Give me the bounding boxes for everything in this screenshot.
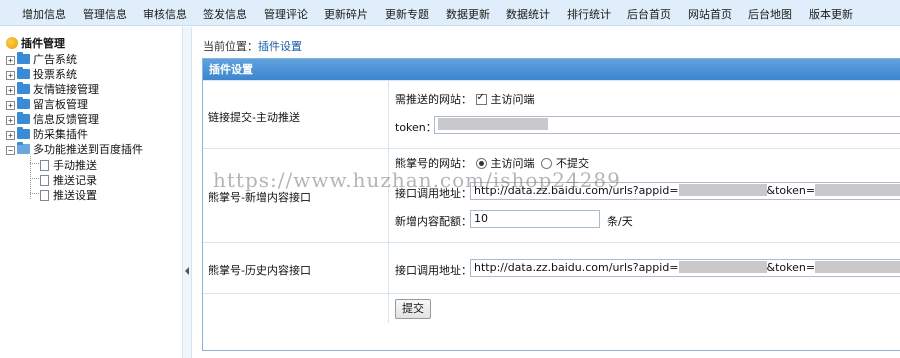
folder-icon: [17, 52, 30, 64]
tree-subitem-manual-push[interactable]: 手动推送: [40, 157, 97, 172]
tree-connector: [30, 178, 39, 179]
quota-label: 新增内容配额：: [395, 215, 472, 228]
expand-icon[interactable]: +: [6, 86, 15, 95]
redacted-value: [678, 184, 767, 196]
settings-panel: 插件设置 链接提交-主动推送 需推送的网站： 主访问端 token： 熊掌号-新…: [202, 58, 900, 351]
nav-manage-comments[interactable]: 管理评论: [264, 6, 308, 22]
folder-icon: [17, 127, 30, 139]
expand-icon[interactable]: +: [6, 131, 15, 140]
api-url-input[interactable]: http://data.zz.baidu.com/urls?appid= &tok…: [470, 182, 900, 200]
page-icon: [40, 175, 49, 186]
redacted-value: [438, 118, 548, 130]
history-api-url-input[interactable]: http://data.zz.baidu.com/urls?appid= &tok…: [470, 259, 900, 277]
row-xzh-history: 熊掌号-历史内容接口 接口调用地址： http://data.zz.baidu.…: [203, 242, 900, 293]
page-icon: [40, 160, 49, 171]
nav-site-home[interactable]: 网站首页: [688, 6, 732, 22]
nav-sign-info[interactable]: 签发信息: [203, 6, 247, 22]
folder-icon: [17, 112, 30, 124]
plugin-icon: [6, 37, 18, 49]
main-site-checkbox[interactable]: [475, 92, 487, 105]
xzh-site-field: 熊掌号的网站： 主访问端 不提交: [395, 157, 589, 170]
submit-button[interactable]: 提交: [395, 299, 431, 319]
push-site-field: 需推送的网站： 主访问端: [395, 91, 535, 107]
tree-item-links[interactable]: + 友情链接管理: [6, 81, 99, 96]
row-submit: 提交: [203, 293, 900, 323]
quota-unit: 条/天: [607, 215, 633, 228]
nav-add-info[interactable]: 增加信息: [22, 6, 66, 22]
collapse-arrow-icon: [185, 267, 189, 275]
tree-item-ads[interactable]: + 广告系统: [6, 51, 77, 66]
sidebar: 插件管理 + 广告系统 + 投票系统 + 友情链接管理 + 留言板管理 + 信息反馈管理 …: [0, 27, 182, 358]
expand-icon[interactable]: +: [6, 56, 15, 65]
row-label: 链接提交-主动推送: [208, 111, 300, 124]
redacted-value: [678, 261, 767, 273]
tree-item-guestbook[interactable]: + 留言板管理: [6, 96, 88, 111]
nav-admin-map[interactable]: 后台地图: [748, 6, 792, 22]
tree-connector: [30, 163, 39, 164]
nav-update-topics[interactable]: 更新专题: [385, 6, 429, 22]
api-url-label: 接口调用地址：: [395, 187, 472, 200]
tree-item-anticrawl[interactable]: + 防采集插件: [6, 126, 88, 141]
tree-item-feedback[interactable]: + 信息反馈管理: [6, 111, 99, 126]
nav-manage-info[interactable]: 管理信息: [83, 6, 127, 22]
tree-subitem-push-log[interactable]: 推送记录: [40, 172, 97, 187]
token-label: token：: [395, 121, 437, 134]
nav-update-fragments[interactable]: 更新碎片: [324, 6, 368, 22]
breadcrumb-current[interactable]: 插件设置: [258, 40, 302, 53]
radio-main-site[interactable]: [475, 158, 487, 169]
top-nav: 增加信息 管理信息 审核信息 签发信息 管理评论 更新碎片 更新专题 数据更新 …: [0, 0, 900, 26]
expand-icon[interactable]: +: [6, 101, 15, 110]
nav-data-stats[interactable]: 数据统计: [506, 6, 550, 22]
tree-item-vote[interactable]: + 投票系统: [6, 66, 77, 81]
expand-icon[interactable]: +: [6, 116, 15, 125]
row-xzh-new: 熊掌号-新增内容接口 熊掌号的网站： 主访问端 不提交 接口调用地址： http…: [203, 148, 900, 242]
tree-item-baidu-push[interactable]: − 多功能推送到百度插件: [6, 141, 143, 156]
folder-icon: [17, 97, 30, 109]
folder-icon: [17, 82, 30, 94]
nav-data-update[interactable]: 数据更新: [446, 6, 490, 22]
page-icon: [40, 190, 49, 201]
folder-open-icon: [17, 142, 30, 154]
tree-connector: [30, 193, 39, 194]
main-content: 当前位置：插件设置 插件设置 链接提交-主动推送 需推送的网站： 主访问端 to…: [193, 27, 900, 358]
tree-subitem-push-settings[interactable]: 推送设置: [40, 187, 97, 202]
row-label: 熊掌号-历史内容接口: [208, 264, 311, 277]
collapse-icon[interactable]: −: [6, 146, 15, 155]
nav-rank-stats[interactable]: 排行统计: [567, 6, 611, 22]
redacted-value: [815, 261, 900, 273]
quota-input[interactable]: 10: [470, 210, 600, 228]
nav-admin-home[interactable]: 后台首页: [627, 6, 671, 22]
breadcrumb: 当前位置：插件设置: [203, 40, 302, 53]
panel-title: 插件设置: [203, 59, 900, 80]
nav-review-info[interactable]: 审核信息: [143, 6, 187, 22]
expand-icon[interactable]: +: [6, 71, 15, 80]
radio-no-submit[interactable]: [541, 158, 552, 169]
folder-icon: [17, 67, 30, 79]
nav-version-update[interactable]: 版本更新: [809, 6, 853, 22]
sidebar-toggle[interactable]: [182, 27, 192, 358]
redacted-value: [815, 184, 900, 196]
token-input[interactable]: [434, 116, 900, 134]
sidebar-title: 插件管理: [6, 35, 65, 51]
row-active-push: 链接提交-主动推送 需推送的网站： 主访问端 token：: [203, 80, 900, 148]
row-label: 熊掌号-新增内容接口: [208, 191, 311, 204]
api-url-label: 接口调用地址：: [395, 264, 472, 277]
